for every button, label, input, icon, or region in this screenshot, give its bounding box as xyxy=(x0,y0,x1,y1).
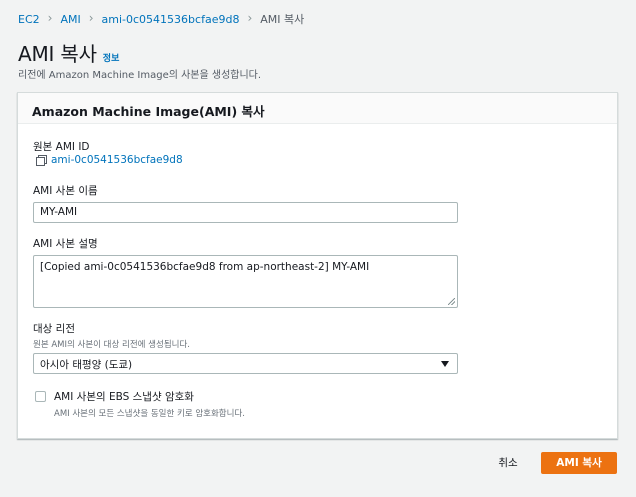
chevron-right-icon: › xyxy=(47,11,53,25)
copy-name-label: AMI 사본 이름 xyxy=(33,185,98,197)
encrypt-checkbox[interactable] xyxy=(35,391,46,402)
encrypt-text: AMI 사본의 EBS 스냅샷 암호화 AMI 사본의 모든 스냅샷을 동일한 … xyxy=(54,389,245,419)
region-selected-value: 아시아 태평양 (도쿄) xyxy=(40,359,133,371)
breadcrumb-current: AMI 복사 xyxy=(260,13,305,26)
breadcrumb-ami-link[interactable]: AMI xyxy=(60,13,80,26)
chevron-right-icon: › xyxy=(247,11,253,25)
copy-ami-panel: Amazon Machine Image(AMI) 복사 원본 AMI ID a… xyxy=(17,92,618,439)
breadcrumb-ami-id-link[interactable]: ami-0c0541536bcfae9d8 xyxy=(102,13,240,26)
copy-description-textarea[interactable]: [Copied ami-0c0541536bcfae9d8 from ap-no… xyxy=(33,255,458,308)
info-link[interactable]: 정보 xyxy=(103,51,120,64)
breadcrumb: EC2 › AMI › ami-0c0541536bcfae9d8 › AMI … xyxy=(18,11,304,27)
source-ami-row: ami-0c0541536bcfae9d8 xyxy=(35,154,183,166)
page-title: AMI 복사 xyxy=(18,42,97,66)
breadcrumb-ec2-link[interactable]: EC2 xyxy=(18,13,40,26)
source-ami-link[interactable]: ami-0c0541536bcfae9d8 xyxy=(51,154,183,166)
resize-handle-icon[interactable] xyxy=(448,298,455,305)
cancel-button[interactable]: 취소 xyxy=(484,453,532,473)
caret-down-icon xyxy=(441,361,449,367)
copy-description-text: [Copied ami-0c0541536bcfae9d8 from ap-no… xyxy=(40,261,370,273)
encrypt-option: AMI 사본의 EBS 스냅샷 암호화 AMI 사본의 모든 스냅샷을 동일한 … xyxy=(35,389,245,419)
chevron-right-icon: › xyxy=(88,11,94,25)
region-label: 대상 리전 xyxy=(33,323,75,335)
encrypt-description: AMI 사본의 모든 스냅샷을 동일한 키로 암호화합니다. xyxy=(54,409,245,419)
copy-name-input[interactable]: MY-AMI xyxy=(33,202,458,223)
panel-title: Amazon Machine Image(AMI) 복사 xyxy=(18,93,617,124)
encrypt-label[interactable]: AMI 사본의 EBS 스냅샷 암호화 xyxy=(54,389,245,404)
copy-ami-button[interactable]: AMI 복사 xyxy=(541,452,617,474)
page-description: 리전에 Amazon Machine Image의 사본을 생성합니다. xyxy=(18,70,262,81)
region-select[interactable]: 아시아 태평양 (도쿄) xyxy=(33,353,458,374)
source-ami-label: 원본 AMI ID xyxy=(33,141,90,153)
copy-icon[interactable] xyxy=(35,154,47,166)
region-sublabel: 원본 AMI의 사본이 대상 리전에 생성됩니다. xyxy=(33,340,190,350)
title-row: AMI 복사 정보 xyxy=(18,38,119,67)
copy-description-label: AMI 사본 설명 xyxy=(33,238,98,250)
